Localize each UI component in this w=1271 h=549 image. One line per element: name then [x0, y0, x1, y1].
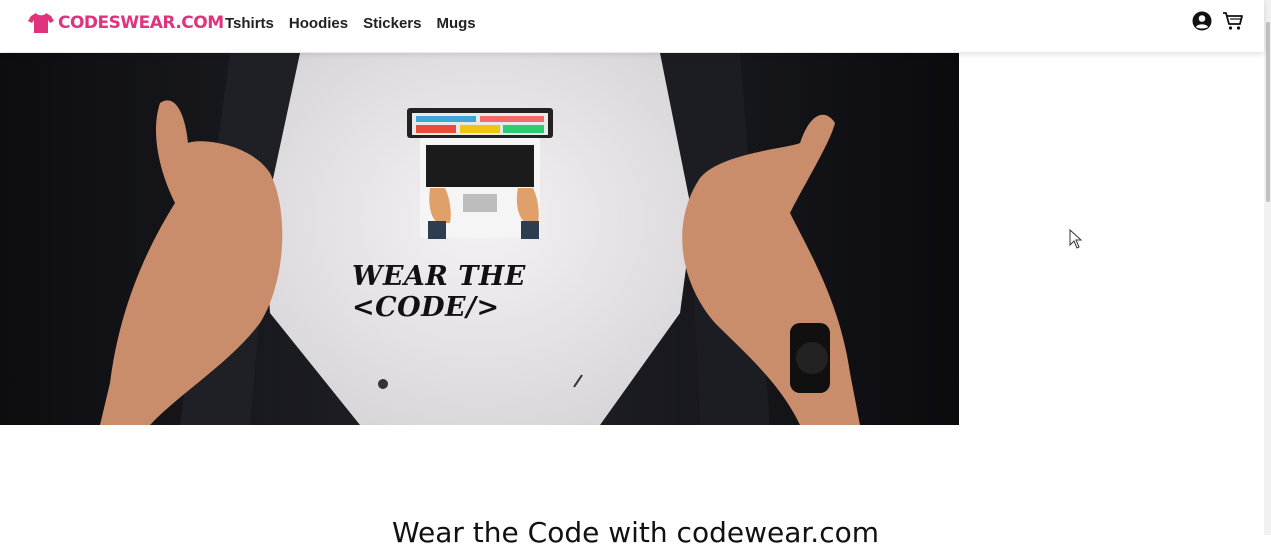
nav-links: Tshirts Hoodies Stickers Mugs — [225, 15, 476, 32]
nav-link-hoodies[interactable]: Hoodies — [289, 15, 348, 32]
brand-name: CODESWEAR.COM — [58, 13, 224, 33]
mouse-cursor-icon — [1069, 229, 1083, 249]
page-scrollbar[interactable] — [1264, 0, 1271, 535]
nav-link-mugs[interactable]: Mugs — [436, 15, 475, 32]
page-tagline: Wear the Code with codewear.com — [391, 516, 880, 549]
hero-illustration — [0, 53, 959, 425]
account-icon[interactable] — [1192, 11, 1212, 31]
hero-banner: Wear the <CODE/> — [0, 53, 959, 425]
nav-icons — [1192, 11, 1244, 31]
scrollbar-thumb[interactable] — [1266, 22, 1270, 202]
cart-icon[interactable] — [1222, 11, 1244, 31]
nav-link-stickers[interactable]: Stickers — [363, 15, 421, 32]
nav-link-tshirts[interactable]: Tshirts — [225, 15, 274, 32]
hero-banner-text: Wear the <CODE/> — [352, 261, 526, 323]
brand-logo[interactable]: CODESWEAR.COM — [28, 12, 224, 34]
tshirt-logo-icon — [28, 13, 54, 33]
navbar: CODESWEAR.COM Tshirts Hoodies Stickers M… — [0, 0, 1264, 52]
